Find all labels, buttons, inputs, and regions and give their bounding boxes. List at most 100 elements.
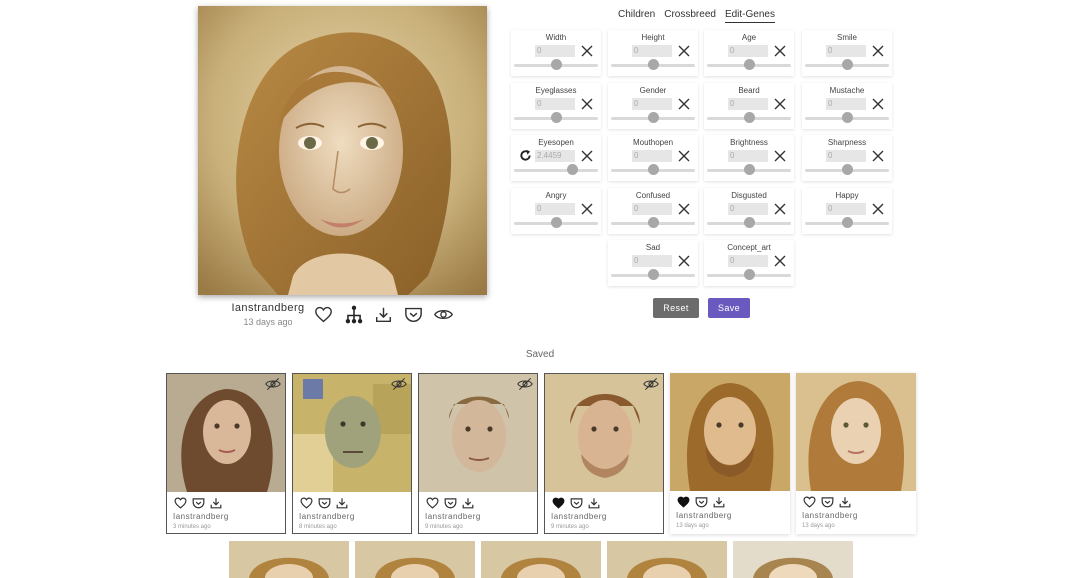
gene-slider-thumb[interactable]: [841, 112, 853, 123]
close-icon[interactable]: [872, 203, 884, 215]
saved-card[interactable]: Ianstrandberg 9 minutes ago: [418, 373, 538, 534]
saved-card[interactable]: Ianstrandberg 13 days ago: [670, 373, 790, 534]
saved-portrait[interactable]: [796, 373, 916, 491]
saved-portrait[interactable]: [670, 373, 790, 491]
gene-value-input[interactable]: [632, 255, 672, 267]
gene-slider-thumb[interactable]: [550, 59, 562, 70]
saved-portrait[interactable]: [733, 541, 853, 578]
gene-slider-thumb[interactable]: [647, 112, 659, 123]
reset-button[interactable]: Reset: [653, 298, 699, 318]
gene-slider-thumb[interactable]: [841, 164, 853, 175]
saved-portrait[interactable]: [293, 374, 411, 492]
saved-portrait[interactable]: [481, 541, 601, 578]
download-icon[interactable]: [335, 496, 349, 510]
pocket-icon[interactable]: [820, 495, 834, 509]
gene-value-input[interactable]: [535, 98, 575, 110]
gene-slider-thumb[interactable]: [647, 164, 659, 175]
gene-slider-thumb[interactable]: [743, 217, 755, 228]
pocket-icon[interactable]: [569, 496, 583, 510]
gene-slider-thumb[interactable]: [567, 164, 579, 175]
download-icon[interactable]: [838, 495, 852, 509]
gene-value-input[interactable]: [826, 45, 866, 57]
download-icon[interactable]: [587, 496, 601, 510]
close-icon[interactable]: [678, 203, 690, 215]
close-icon[interactable]: [678, 45, 690, 57]
owner-name[interactable]: Ianstrandberg: [228, 302, 308, 314]
gene-value-input[interactable]: [728, 255, 768, 267]
close-icon[interactable]: [774, 150, 786, 162]
save-button[interactable]: Save: [708, 298, 750, 318]
close-icon[interactable]: [678, 98, 690, 110]
gene-value-input[interactable]: [632, 203, 672, 215]
eye-off-icon[interactable]: [391, 377, 407, 391]
close-icon[interactable]: [581, 98, 593, 110]
heart-filled-icon[interactable]: [551, 496, 565, 510]
close-icon[interactable]: [581, 45, 593, 57]
gene-value-input[interactable]: [728, 98, 768, 110]
gene-value-input[interactable]: [632, 150, 672, 162]
saved-card[interactable]: Ianstrandberg 3 minutes ago: [166, 373, 286, 534]
gene-value-input[interactable]: [728, 203, 768, 215]
heart-icon[interactable]: [299, 496, 313, 510]
gene-slider-thumb[interactable]: [550, 217, 562, 228]
saved-portrait[interactable]: [545, 374, 663, 492]
gene-slider-thumb[interactable]: [841, 59, 853, 70]
close-icon[interactable]: [678, 150, 690, 162]
saved-card[interactable]: Ianstrandberg 8 minutes ago: [292, 373, 412, 534]
gene-value-input[interactable]: [728, 45, 768, 57]
saved-portrait[interactable]: [355, 541, 475, 578]
owner-name[interactable]: Ianstrandberg: [173, 512, 229, 521]
gene-slider-thumb[interactable]: [743, 164, 755, 175]
saved-portrait[interactable]: [167, 374, 285, 492]
close-icon[interactable]: [774, 98, 786, 110]
saved-portrait[interactable]: [607, 541, 727, 578]
owner-name[interactable]: Ianstrandberg: [299, 512, 355, 521]
saved-card[interactable]: Ianstrandberg 9 minutes ago: [544, 373, 664, 534]
download-icon[interactable]: [712, 495, 726, 509]
gene-slider-thumb[interactable]: [550, 112, 562, 123]
gene-value-input[interactable]: [535, 150, 575, 162]
tab-crossbreed[interactable]: Crossbreed: [664, 9, 716, 23]
close-icon[interactable]: [774, 255, 786, 267]
gene-value-input[interactable]: [632, 45, 672, 57]
close-icon[interactable]: [678, 255, 690, 267]
close-icon[interactable]: [872, 45, 884, 57]
gene-slider-thumb[interactable]: [647, 59, 659, 70]
tab-edit-genes[interactable]: Edit-Genes: [724, 9, 775, 23]
saved-portrait[interactable]: [419, 374, 537, 492]
close-icon[interactable]: [872, 150, 884, 162]
gene-value-input[interactable]: [535, 45, 575, 57]
pocket-icon[interactable]: [694, 495, 708, 509]
pocket-icon[interactable]: [404, 305, 423, 324]
owner-name[interactable]: Ianstrandberg: [425, 512, 481, 521]
heart-filled-icon[interactable]: [676, 495, 690, 509]
eye-off-icon[interactable]: [265, 377, 281, 391]
close-icon[interactable]: [581, 203, 593, 215]
pocket-icon[interactable]: [191, 496, 205, 510]
close-icon[interactable]: [774, 203, 786, 215]
heart-icon[interactable]: [314, 305, 333, 324]
close-icon[interactable]: [581, 150, 593, 162]
refresh-icon[interactable]: [519, 149, 532, 162]
heart-icon[interactable]: [173, 496, 187, 510]
gene-value-input[interactable]: [826, 150, 866, 162]
download-icon[interactable]: [209, 496, 223, 510]
gene-slider-thumb[interactable]: [743, 269, 755, 280]
family-tree-icon[interactable]: [344, 305, 363, 324]
download-icon[interactable]: [374, 305, 393, 324]
gene-slider-thumb[interactable]: [647, 217, 659, 228]
saved-card[interactable]: Ianstrandberg 13 days ago: [796, 373, 916, 534]
gene-value-input[interactable]: [826, 98, 866, 110]
gene-slider-thumb[interactable]: [743, 112, 755, 123]
heart-icon[interactable]: [802, 495, 816, 509]
gene-slider-thumb[interactable]: [647, 269, 659, 280]
pocket-icon[interactable]: [317, 496, 331, 510]
eye-icon[interactable]: [434, 305, 453, 324]
close-icon[interactable]: [872, 98, 884, 110]
saved-portrait[interactable]: [229, 541, 349, 578]
eye-off-icon[interactable]: [643, 377, 659, 391]
gene-slider-track[interactable]: [514, 169, 598, 172]
gene-value-input[interactable]: [826, 203, 866, 215]
owner-name[interactable]: Ianstrandberg: [676, 511, 732, 520]
tab-children[interactable]: Children: [618, 9, 655, 23]
